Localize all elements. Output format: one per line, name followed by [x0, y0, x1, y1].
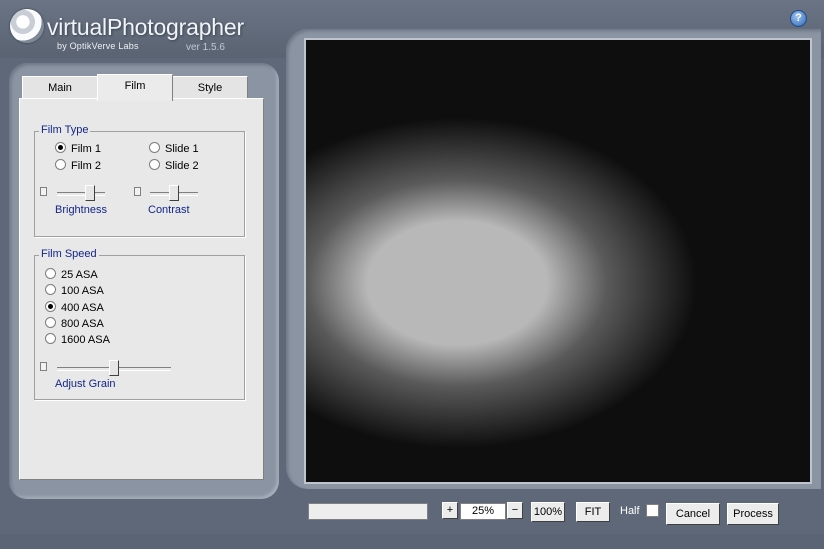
asa-800-radio[interactable]: 800 ASA	[45, 317, 104, 330]
contrast-tick	[134, 187, 141, 196]
radio-dot	[55, 142, 66, 153]
film-type-group: Film Type Film 1 Slide 1 Film 2 Slide 2 …	[34, 124, 245, 237]
asa-100-radio[interactable]: 100 ASA	[45, 284, 104, 297]
asa-400-radio[interactable]: 400 ASA	[45, 301, 104, 314]
asa-1600-label: 1600 ASA	[61, 334, 110, 346]
brightness-label: Brightness	[55, 204, 107, 216]
radio-dot	[45, 317, 56, 328]
app-title: virtualPhotographer	[47, 14, 244, 40]
tab-style[interactable]: Style	[172, 76, 248, 99]
radio-dot	[149, 142, 160, 153]
zoom-in-icon[interactable]: +	[442, 502, 458, 519]
slide-1-label: Slide 1	[165, 143, 199, 155]
tab-film[interactable]: Film	[97, 74, 173, 101]
film-type-title: Film Type	[39, 124, 91, 136]
film-2-radio[interactable]: Film 2	[55, 159, 101, 172]
asa-100-label: 100 ASA	[61, 285, 104, 297]
brightness-slider[interactable]	[85, 185, 95, 201]
slide-2-label: Slide 2	[165, 160, 199, 172]
film-speed-title: Film Speed	[39, 248, 99, 260]
grain-label: Adjust Grain	[55, 378, 116, 390]
film-speed-group: Film Speed 25 ASA 100 ASA 400 ASA 800 AS…	[34, 248, 245, 400]
film-1-label: Film 1	[71, 143, 101, 155]
radio-dot	[45, 268, 56, 279]
zoom-value[interactable]: 25%	[460, 503, 506, 520]
radio-dot	[45, 284, 56, 295]
progress-bar	[308, 503, 428, 520]
app-byline: by OptikVerve Labs	[57, 41, 139, 51]
process-button[interactable]: Process	[727, 503, 779, 525]
asa-1600-radio[interactable]: 1600 ASA	[45, 333, 110, 346]
asa-400-label: 400 ASA	[61, 302, 104, 314]
contrast-slider[interactable]	[169, 185, 179, 201]
half-checkbox[interactable]	[646, 504, 659, 517]
app-version: ver 1.5.6	[186, 42, 225, 53]
film-1-radio[interactable]: Film 1	[55, 142, 101, 155]
zoom-100-button[interactable]: 100%	[531, 502, 565, 522]
fit-button[interactable]: FIT	[576, 502, 610, 522]
radio-dot	[149, 159, 160, 170]
asa-25-label: 25 ASA	[61, 269, 98, 281]
cancel-button[interactable]: Cancel	[666, 503, 720, 525]
brightness-tick	[40, 187, 47, 196]
film-2-label: Film 2	[71, 160, 101, 172]
radio-dot	[45, 301, 56, 312]
slide-1-radio[interactable]: Slide 1	[149, 142, 199, 155]
asa-25-radio[interactable]: 25 ASA	[45, 268, 98, 281]
help-icon[interactable]: ?	[790, 10, 807, 27]
bottom-bar	[0, 534, 824, 549]
radio-dot	[45, 333, 56, 344]
brightness-track	[57, 192, 105, 196]
grain-slider[interactable]	[109, 360, 119, 376]
half-label: Half	[620, 505, 640, 517]
tab-main[interactable]: Main	[22, 76, 98, 99]
preview-image	[304, 38, 812, 484]
zoom-out-icon[interactable]: −	[507, 502, 523, 519]
contrast-label: Contrast	[148, 204, 190, 216]
slide-2-radio[interactable]: Slide 2	[149, 159, 199, 172]
grain-tick	[40, 362, 47, 371]
film-settings-panel: Film Type Film 1 Slide 1 Film 2 Slide 2 …	[19, 98, 264, 480]
app-logo-icon	[10, 9, 44, 43]
radio-dot	[55, 159, 66, 170]
asa-800-label: 800 ASA	[61, 318, 104, 330]
